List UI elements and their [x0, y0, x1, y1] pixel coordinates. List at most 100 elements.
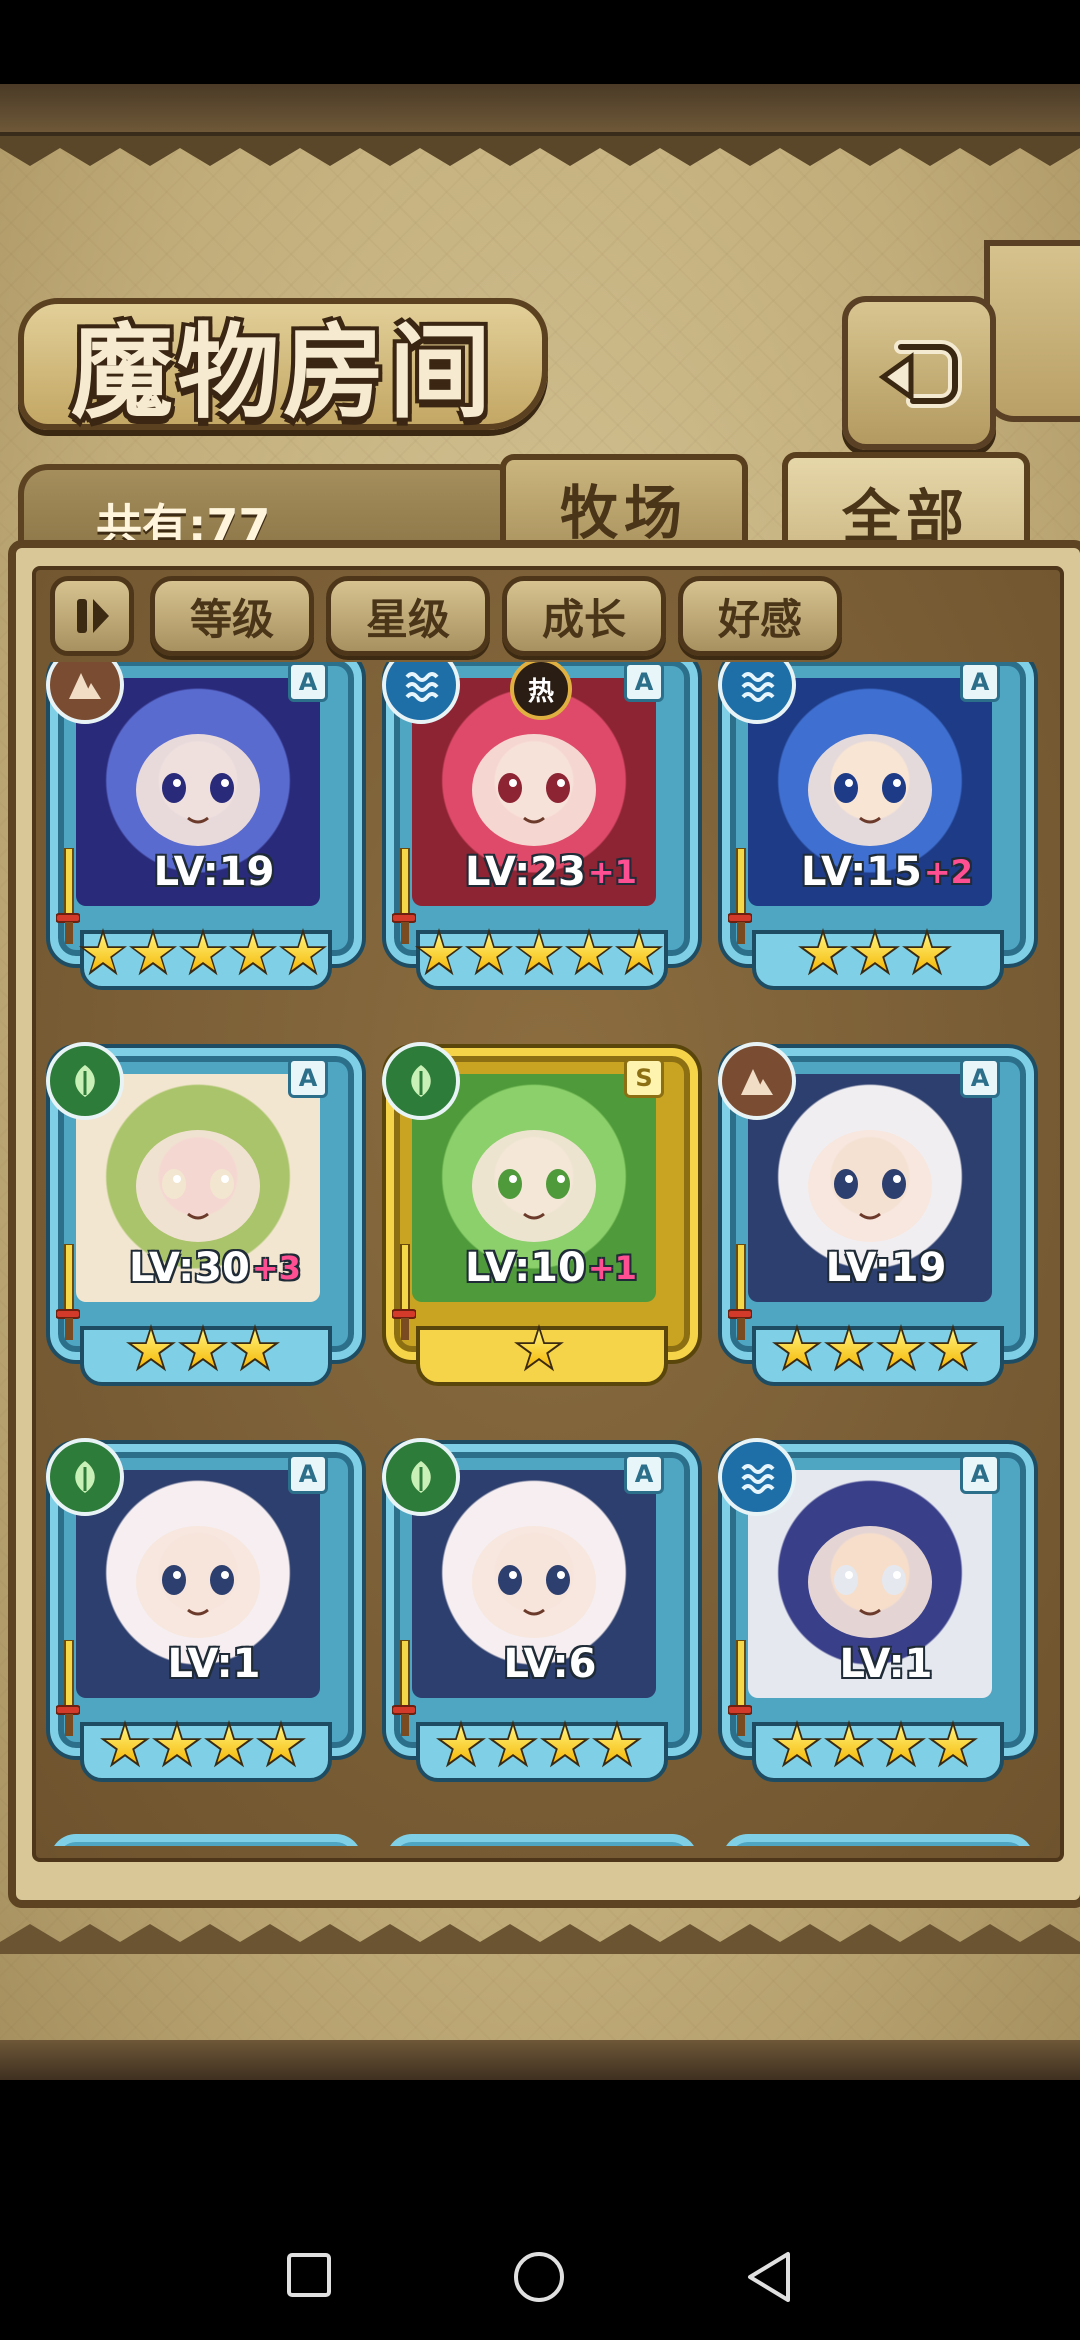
monster-card[interactable]: A LV:1 [718, 1438, 1034, 1784]
level-bonus: +1 [587, 1249, 637, 1287]
monster-card[interactable]: A LV:19 [46, 662, 362, 992]
level-label: LV:10 +1 [436, 1245, 666, 1291]
level-label: LV:19 [772, 1245, 1002, 1291]
star-rating [414, 1720, 664, 1772]
star-icon [592, 1720, 642, 1768]
star-rating [750, 1324, 1000, 1376]
sort-affection-label: 好感 [717, 594, 802, 644]
monster-card-partial[interactable] [50, 1834, 362, 1846]
star-rating [750, 1720, 1000, 1772]
monster-card-partial[interactable] [722, 1834, 1034, 1846]
sort-star-button[interactable]: 星级 [326, 576, 490, 656]
star-icon [436, 1720, 486, 1768]
star-icon [126, 1324, 176, 1372]
sword-icon [392, 848, 416, 944]
top-zigzag-border [0, 136, 1080, 166]
star-icon [129, 928, 177, 976]
monster-card[interactable]: A LV:15 +2 [718, 662, 1034, 992]
rarity-badge: A [624, 662, 664, 702]
level-bonus: +3 [251, 1249, 301, 1287]
level-value: LV:15 [801, 849, 922, 895]
star-icon [514, 1324, 564, 1372]
sword-icon [728, 848, 752, 944]
level-value: LV:10 [465, 1245, 586, 1291]
monster-card[interactable]: A LV:19 [718, 1042, 1034, 1388]
level-label: LV:19 [100, 849, 330, 895]
grass-element-icon [382, 1438, 460, 1516]
star-icon [79, 928, 127, 976]
rarity-badge: A [960, 1454, 1000, 1494]
star-icon [229, 928, 277, 976]
level-bonus: +1 [587, 853, 637, 891]
star-icon [772, 1324, 822, 1372]
level-label: LV:23 +1 [436, 849, 666, 895]
star-icon [902, 928, 952, 976]
monster-card[interactable]: A LV:30 +3 [46, 1042, 362, 1388]
star-icon [415, 928, 463, 976]
star-icon [565, 928, 613, 976]
grass-element-icon [382, 1042, 460, 1120]
star-icon [465, 928, 513, 976]
home-icon[interactable] [512, 2250, 566, 2304]
star-icon [850, 928, 900, 976]
star-rating [78, 1720, 328, 1772]
star-rating [78, 928, 328, 980]
order-toggle-button[interactable] [50, 576, 134, 656]
star-icon [178, 1324, 228, 1372]
level-label: LV:1 [772, 1641, 1002, 1687]
sword-icon [56, 1640, 80, 1736]
bottom-zigzag-border [0, 1924, 1080, 1954]
back-icon[interactable] [744, 2250, 794, 2304]
level-label: LV:30 +3 [100, 1245, 330, 1291]
back-arrow-icon [878, 340, 962, 408]
level-label: LV:1 [100, 1641, 330, 1687]
monster-card[interactable]: A LV:23 +1 热 [382, 662, 698, 992]
sword-icon [392, 1640, 416, 1736]
back-rail [984, 240, 1080, 422]
star-icon [876, 1324, 926, 1372]
toggle-pause-icon [77, 599, 109, 633]
sort-level-button[interactable]: 等级 [150, 576, 314, 656]
level-value: LV:19 [825, 1245, 947, 1291]
back-button[interactable] [842, 296, 996, 450]
star-icon [928, 1324, 978, 1372]
sort-growth-label: 成长 [541, 594, 626, 644]
level-value: LV:23 [465, 849, 586, 895]
rarity-badge: A [288, 1058, 328, 1098]
rarity-badge: A [624, 1454, 664, 1494]
sort-level-label: 等级 [189, 594, 274, 644]
level-value: LV:30 [129, 1245, 250, 1291]
star-rating [414, 1324, 664, 1376]
star-icon [876, 1720, 926, 1768]
level-value: LV:1 [167, 1641, 261, 1687]
sword-icon [56, 848, 80, 944]
star-icon [615, 928, 663, 976]
bottom-band [0, 2040, 1080, 2080]
level-value: LV:6 [503, 1641, 597, 1687]
star-icon [928, 1720, 978, 1768]
level-value: LV:1 [839, 1641, 933, 1687]
star-icon [279, 928, 327, 976]
star-icon [204, 1720, 254, 1768]
monster-card[interactable]: A LV:6 [382, 1438, 698, 1784]
star-icon [152, 1720, 202, 1768]
sort-star-label: 星级 [365, 594, 450, 644]
sword-icon [392, 1244, 416, 1340]
star-icon [824, 1720, 874, 1768]
monster-card[interactable]: A LV:1 [46, 1438, 362, 1784]
star-icon [772, 1720, 822, 1768]
star-rating [750, 928, 1000, 980]
grass-element-icon [46, 1042, 124, 1120]
monster-grid: A LV:19 A LV:23 +1 热 A LV:15 +2 A LV:30 … [36, 662, 1046, 1846]
star-rating [78, 1324, 328, 1376]
monster-card-partial[interactable] [386, 1834, 698, 1846]
star-icon [540, 1720, 590, 1768]
sword-icon [56, 1244, 80, 1340]
recent-apps-icon[interactable] [286, 2252, 332, 2298]
star-icon [515, 928, 563, 976]
sort-growth-button[interactable]: 成长 [502, 576, 666, 656]
monster-card[interactable]: S LV:10 +1 [382, 1042, 698, 1388]
star-icon [179, 928, 227, 976]
sort-affection-button[interactable]: 好感 [678, 576, 842, 656]
top-band [0, 84, 1080, 136]
